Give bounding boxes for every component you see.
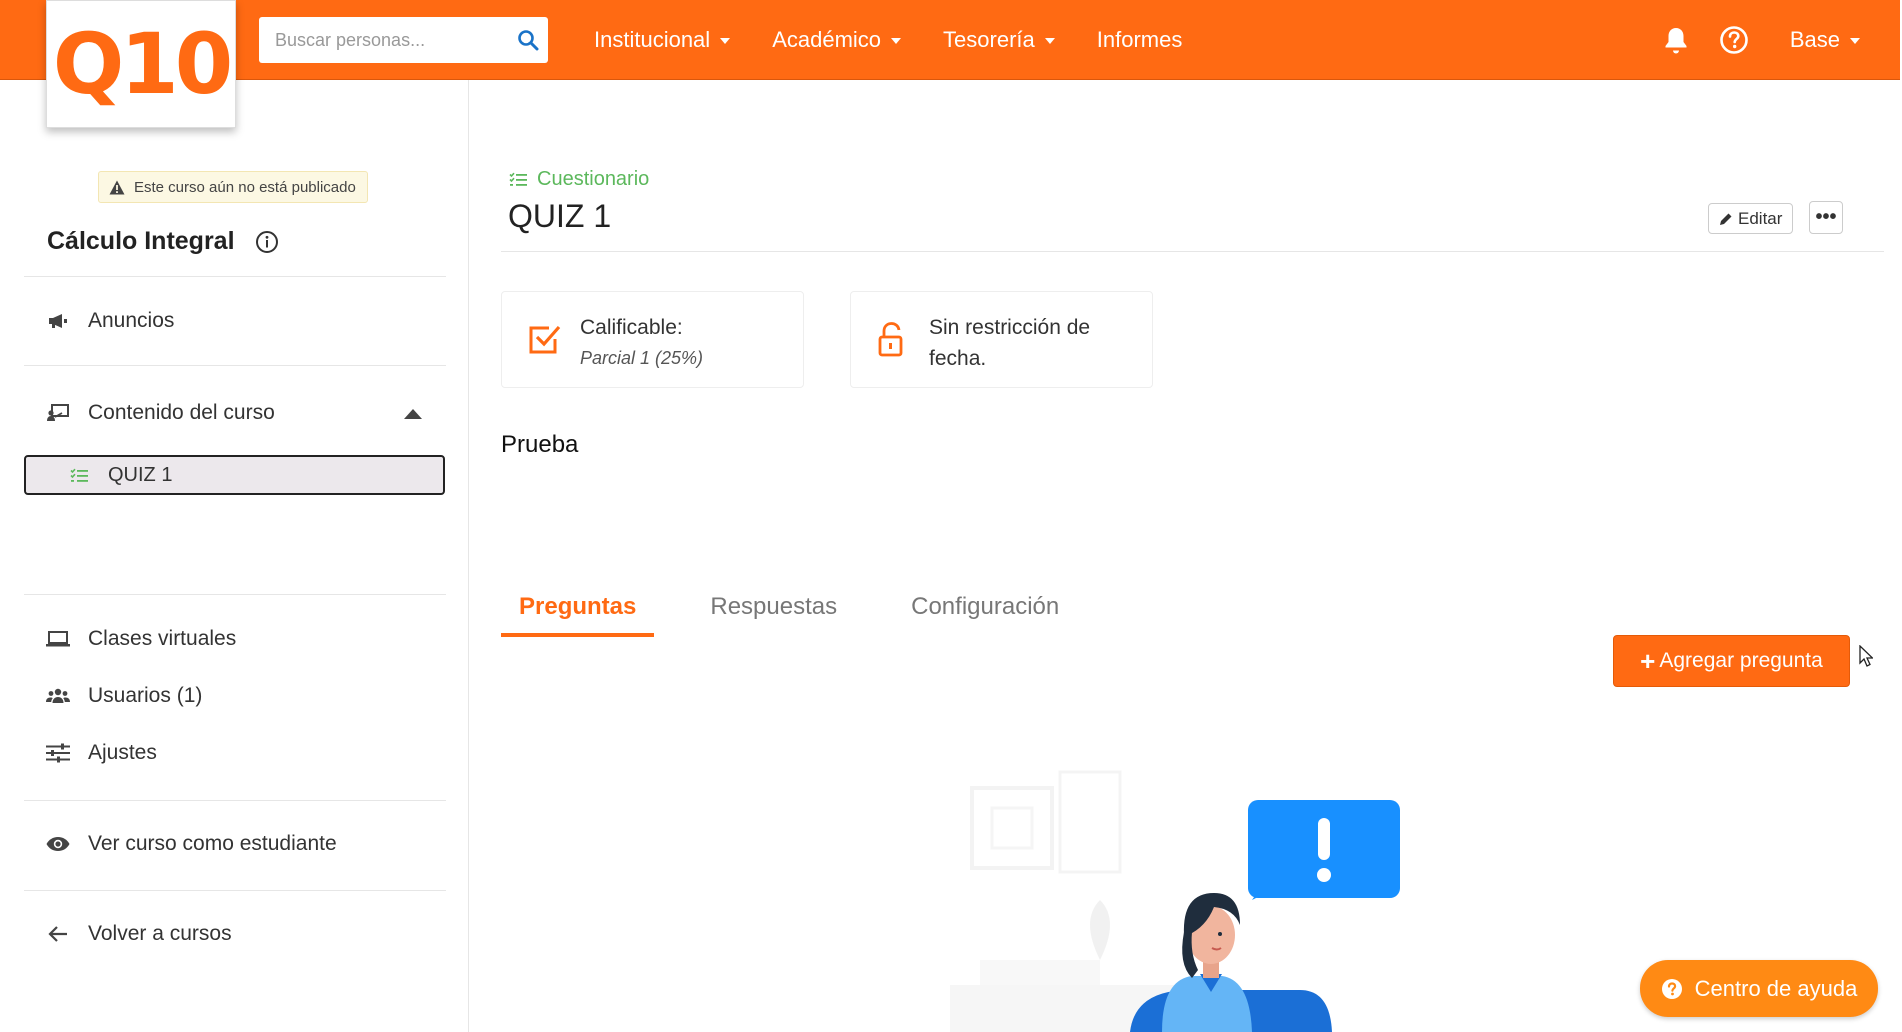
course-title-text: Cálculo Integral <box>47 227 235 255</box>
checklist-icon <box>509 172 527 187</box>
help-center-button[interactable]: Centro de ayuda <box>1640 960 1878 1017</box>
nav-informes[interactable]: Informes <box>1097 27 1183 53</box>
help-circle-icon[interactable] <box>1716 22 1752 58</box>
date-restriction-card: Sin restricción de fecha. <box>850 291 1153 388</box>
sidebar-item-label: Usuarios (1) <box>88 684 203 707</box>
sidebar-item-label: Anuncios <box>88 309 175 332</box>
nav-label: Institucional <box>594 27 711 52</box>
app-window: Institucional Académico Tesorería Inform… <box>0 0 1902 1032</box>
tabs: Preguntas Respuestas Configuración <box>501 582 1115 650</box>
divider <box>24 276 446 277</box>
caret-up-icon[interactable] <box>404 409 422 419</box>
divider <box>24 365 446 366</box>
divider <box>24 594 446 595</box>
main-nav: Institucional Académico Tesorería Inform… <box>594 0 1224 80</box>
date-restriction-text: Sin restricción de fecha. <box>929 312 1090 374</box>
divider <box>501 251 1884 252</box>
help-circle-icon <box>1661 978 1683 1000</box>
presentation-icon <box>46 404 70 422</box>
tab-configuracion[interactable]: Configuración <box>893 582 1077 632</box>
sidebar-item-usuarios[interactable]: Usuarios (1) <box>46 684 202 708</box>
checklist-icon <box>70 468 88 483</box>
help-center-label: Centro de ayuda <box>1694 975 1858 1001</box>
bell-icon[interactable] <box>1658 22 1694 58</box>
logo-text: Q10 <box>52 15 233 113</box>
edit-button[interactable]: Editar <box>1708 203 1794 234</box>
divider <box>24 890 446 891</box>
date-restriction-line1: Sin restricción de <box>929 316 1091 339</box>
caret-down-icon <box>1044 38 1055 44</box>
unpublished-notice: Este curso aún no está publicado <box>98 171 368 203</box>
caret-down-icon <box>720 38 731 44</box>
sidebar-item-contenido[interactable]: Contenido del curso <box>46 401 275 425</box>
arrow-left-icon <box>46 926 70 942</box>
more-options-button[interactable]: ••• <box>1809 201 1843 234</box>
sidebar-item-volver[interactable]: Volver a cursos <box>46 922 232 946</box>
nav-label: Tesorería <box>943 27 1035 52</box>
gradable-value: Parcial 1 (25%) <box>580 348 704 368</box>
plus-icon: + <box>1640 646 1656 676</box>
gradable-card: Calificable: Parcial 1 (25%) <box>501 291 804 388</box>
page-title: QUIZ 1 <box>508 198 612 234</box>
megaphone-icon <box>46 313 70 329</box>
unpublished-text: Este curso aún no está publicado <box>134 178 356 196</box>
users-icon <box>46 688 70 704</box>
date-restriction-line2: fecha. <box>929 347 987 370</box>
mouse-cursor-icon <box>1859 644 1875 672</box>
sidebar-item-label: QUIZ 1 <box>108 463 173 486</box>
search-icon[interactable] <box>508 17 548 63</box>
caret-down-icon <box>1850 38 1860 44</box>
unlock-icon <box>877 322 907 363</box>
sidebar-item-anuncios[interactable]: Anuncios <box>46 309 174 333</box>
eye-icon <box>46 836 70 852</box>
sidebar-item-label: Clases virtuales <box>88 627 237 650</box>
content-type-label: Cuestionario <box>509 168 649 191</box>
checkbox-checked-icon <box>528 322 562 361</box>
empty-state-illustration <box>950 770 1400 1032</box>
logo[interactable]: Q10 <box>46 0 236 128</box>
main-content: Cuestionario QUIZ 1 Editar ••• Calificab… <box>470 80 1902 1032</box>
sidebar-item-label: Ver curso como estudiante <box>88 832 337 855</box>
sidebar-item-ver-como-estudiante[interactable]: Ver curso como estudiante <box>46 832 337 856</box>
nav-academico[interactable]: Académico <box>772 27 902 53</box>
info-icon[interactable] <box>255 230 279 254</box>
ellipsis-icon: ••• <box>1815 206 1837 228</box>
search-box <box>259 17 548 63</box>
caret-down-icon <box>891 38 902 44</box>
pencil-icon <box>1719 212 1733 226</box>
content-type-text: Cuestionario <box>537 168 650 190</box>
nav-institucional[interactable]: Institucional <box>594 27 731 53</box>
add-question-button[interactable]: + Agregar pregunta <box>1613 635 1850 687</box>
tab-respuestas[interactable]: Respuestas <box>692 582 855 632</box>
sidebar-item-label: Volver a cursos <box>88 922 232 945</box>
laptop-icon <box>46 631 70 647</box>
nav-tesoreria[interactable]: Tesorería <box>943 27 1055 53</box>
top-navbar: Institucional Académico Tesorería Inform… <box>0 0 1900 80</box>
sidebar: Este curso aún no está publicado Cálculo… <box>0 80 469 1032</box>
user-menu[interactable]: Base <box>1790 27 1860 53</box>
section-label: Prueba <box>501 431 579 458</box>
sidebar-item-ajustes[interactable]: Ajustes <box>46 741 157 765</box>
nav-label: Académico <box>772 27 882 52</box>
warning-icon <box>109 180 125 195</box>
sidebar-item-quiz[interactable]: QUIZ 1 <box>24 455 445 495</box>
divider <box>24 800 446 801</box>
sidebar-item-label: Ajustes <box>88 741 157 764</box>
sliders-icon <box>46 743 70 763</box>
course-title: Cálculo Integral <box>47 227 279 256</box>
sidebar-item-label: Contenido del curso <box>88 401 275 424</box>
user-menu-label: Base <box>1789 27 1840 52</box>
tab-preguntas[interactable]: Preguntas <box>501 582 655 637</box>
gradable-label: Calificable: <box>580 316 683 339</box>
search-input[interactable] <box>259 17 508 63</box>
gradable-text: Calificable: Parcial 1 (25%) <box>580 312 703 374</box>
top-right-controls: Base <box>1636 0 1860 80</box>
add-question-label: Agregar pregunta <box>1659 649 1823 672</box>
nav-label: Informes <box>1096 27 1183 52</box>
sidebar-item-clases-virtuales[interactable]: Clases virtuales <box>46 627 236 651</box>
edit-button-label: Editar <box>1738 208 1783 228</box>
